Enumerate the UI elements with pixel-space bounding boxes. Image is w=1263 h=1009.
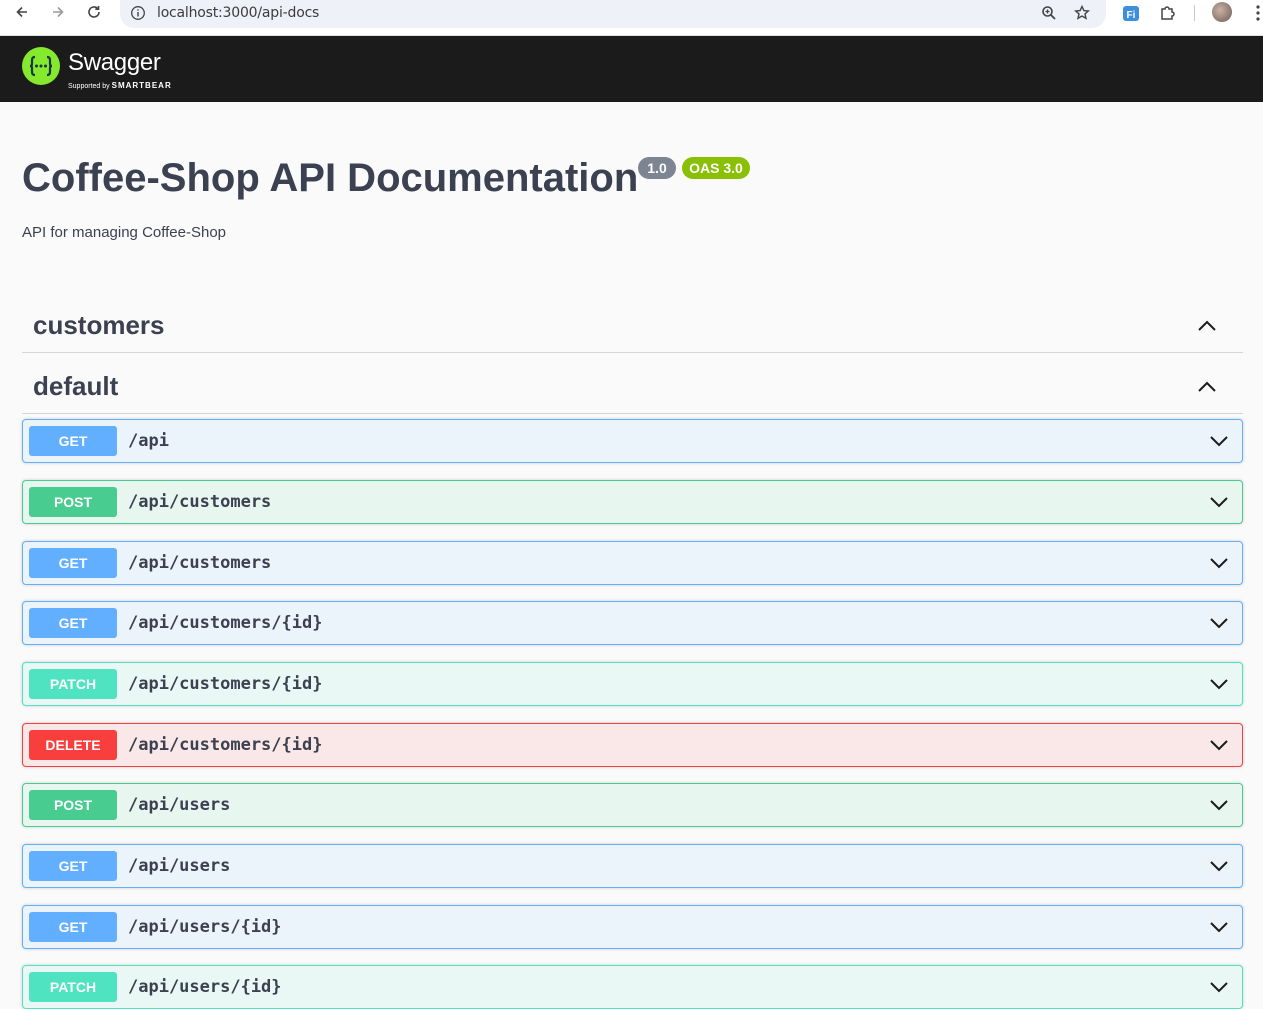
page-title: Coffee-Shop API Documentation	[22, 156, 639, 200]
tag-default[interactable]: default	[22, 354, 1243, 414]
smartbear-tagline: Supported by SMARTBEAR	[68, 81, 172, 90]
chevron-down-icon[interactable]	[1208, 673, 1230, 695]
version-badge: 1.0	[638, 157, 676, 179]
chevron-up-icon[interactable]	[1195, 375, 1219, 399]
forward-icon[interactable]	[46, 0, 70, 24]
swagger-logo-text[interactable]: Swagger	[68, 49, 161, 77]
tag-name[interactable]: default	[33, 371, 118, 402]
profile-avatar[interactable]	[1212, 2, 1232, 22]
toolbar-divider	[1194, 5, 1195, 21]
method-badge: GET	[29, 912, 117, 942]
operation-row[interactable]: GET /api/users/{id}	[22, 905, 1243, 949]
reload-icon[interactable]	[82, 0, 106, 24]
chevron-down-icon[interactable]	[1208, 976, 1230, 998]
operation-row[interactable]: PATCH /api/users/{id}	[22, 965, 1243, 1009]
operation-row[interactable]: PATCH /api/customers/{id}	[22, 662, 1243, 706]
method-badge: POST	[29, 487, 117, 517]
extension-fi-icon[interactable]: Fi	[1121, 3, 1141, 23]
menu-kebab-icon[interactable]	[1248, 3, 1263, 23]
method-badge: GET	[29, 426, 117, 456]
api-description: API for managing Coffee-Shop	[22, 224, 227, 241]
method-badge: GET	[29, 548, 117, 578]
tag-customers[interactable]: customers	[22, 293, 1243, 353]
chevron-down-icon[interactable]	[1208, 612, 1230, 634]
tag-name[interactable]: customers	[33, 310, 165, 341]
chevron-down-icon[interactable]	[1208, 552, 1230, 574]
browser-toolbar: localhost:3000/api-docs Fi	[0, 0, 1263, 36]
method-badge: GET	[29, 851, 117, 881]
operation-path[interactable]: /api/customers/{id}	[128, 613, 322, 633]
operation-row[interactable]: POST /api/customers	[22, 480, 1243, 524]
operation-path[interactable]: /api/users/{id}	[128, 977, 282, 997]
chevron-down-icon[interactable]	[1208, 916, 1230, 938]
operation-path[interactable]: /api	[128, 431, 169, 451]
chevron-up-icon[interactable]	[1195, 314, 1219, 338]
back-icon[interactable]	[10, 0, 34, 24]
tagline-prefix: Supported by	[68, 83, 110, 90]
chevron-down-icon[interactable]	[1208, 794, 1230, 816]
operation-row[interactable]: GET /api/customers/{id}	[22, 601, 1243, 645]
operation-path[interactable]: /api/customers	[128, 553, 271, 573]
swagger-topbar: Swagger Supported by SMARTBEAR	[0, 36, 1263, 102]
zoom-icon[interactable]	[1040, 4, 1058, 22]
operation-row[interactable]: GET /api/customers	[22, 541, 1243, 585]
operation-row[interactable]: GET /api/users	[22, 844, 1243, 888]
operation-path[interactable]: /api/customers	[128, 492, 271, 512]
oas-badge: OAS 3.0	[682, 157, 750, 179]
method-badge: PATCH	[29, 669, 117, 699]
chevron-down-icon[interactable]	[1208, 430, 1230, 452]
address-bar[interactable]: localhost:3000/api-docs	[120, 0, 1106, 28]
tagline-brand: SMARTBEAR	[111, 81, 172, 90]
operation-path[interactable]: /api/customers/{id}	[128, 674, 322, 694]
method-badge: DELETE	[29, 730, 117, 760]
operation-path[interactable]: /api/users	[128, 856, 230, 876]
url-text[interactable]: localhost:3000/api-docs	[157, 5, 319, 21]
method-badge: POST	[29, 790, 117, 820]
chevron-down-icon[interactable]	[1208, 491, 1230, 513]
operation-row[interactable]: DELETE /api/customers/{id}	[22, 723, 1243, 767]
site-info-icon[interactable]	[130, 5, 146, 21]
bookmark-star-icon[interactable]	[1073, 4, 1091, 22]
method-badge: PATCH	[29, 972, 117, 1002]
operation-path[interactable]: /api/users/{id}	[128, 917, 282, 937]
method-badge: GET	[29, 608, 117, 638]
operation-path[interactable]: /api/users	[128, 795, 230, 815]
extensions-puzzle-icon[interactable]	[1158, 3, 1178, 23]
swagger-logo-icon[interactable]	[22, 47, 60, 85]
svg-text:Fi: Fi	[1127, 10, 1136, 21]
chevron-down-icon[interactable]	[1208, 734, 1230, 756]
operation-row[interactable]: POST /api/users	[22, 783, 1243, 827]
operation-row[interactable]: GET /api	[22, 419, 1243, 463]
chevron-down-icon[interactable]	[1208, 855, 1230, 877]
operation-path[interactable]: /api/customers/{id}	[128, 735, 322, 755]
